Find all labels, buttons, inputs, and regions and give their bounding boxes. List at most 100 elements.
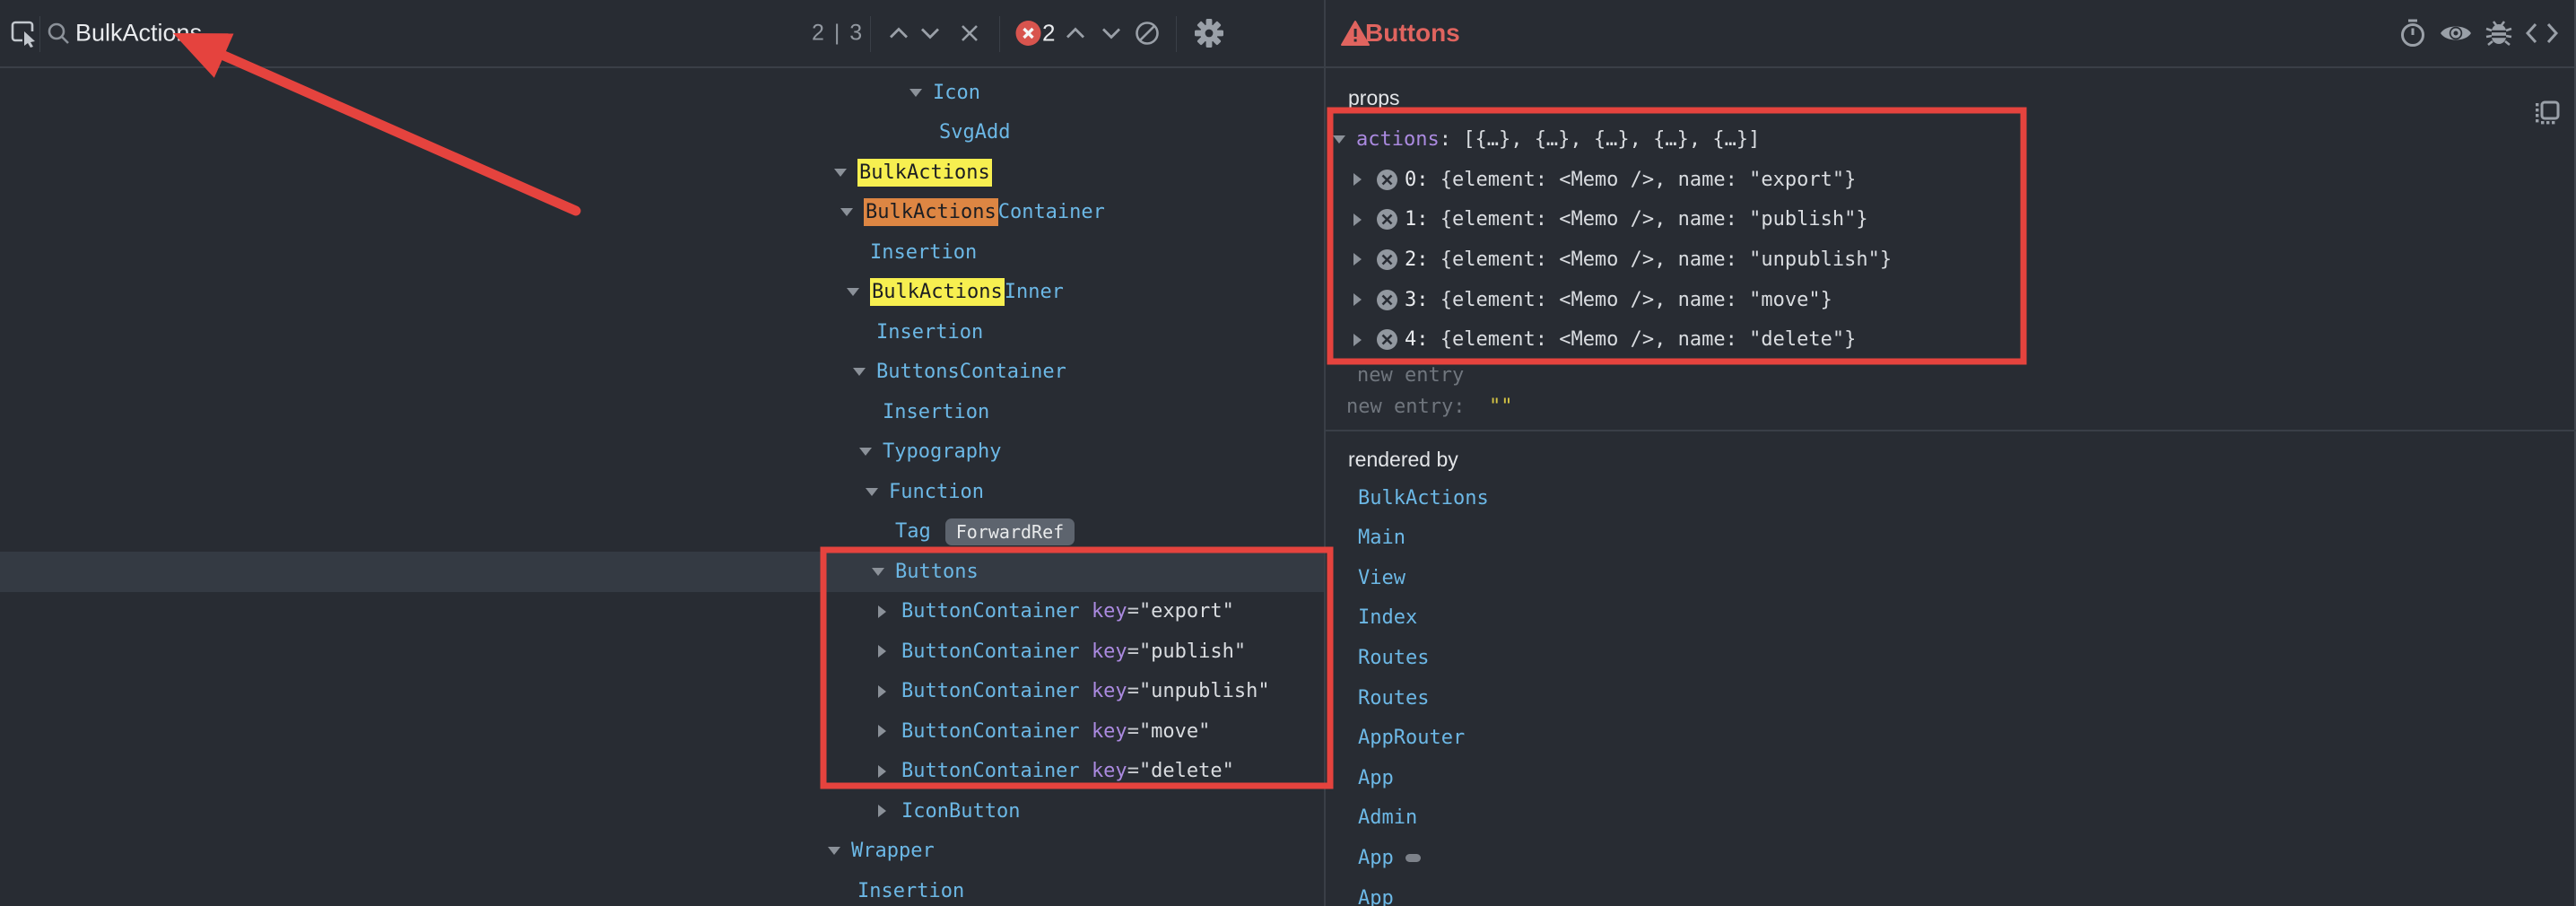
collapse-caret-icon[interactable]: [834, 169, 857, 177]
expand-caret-icon[interactable]: [1353, 253, 1371, 266]
tree-row-buttoncontainer-unpublish[interactable]: ButtonContainer key="unpublish": [0, 672, 1324, 712]
owner-badge: [1405, 854, 1421, 862]
expand-caret-icon[interactable]: [1353, 334, 1371, 346]
tree-row-insertion[interactable]: Insertion: [0, 871, 1324, 906]
tree-row-bulkactions[interactable]: BulkActionsContainer: [0, 193, 1324, 233]
inspect-dom-button[interactable]: [2438, 22, 2474, 45]
rendered-by-item-main[interactable]: Main: [1358, 525, 1405, 552]
tree-row-tag[interactable]: TagForwardRef: [0, 512, 1324, 553]
rendered-by-item-index[interactable]: Index: [1358, 605, 1417, 632]
tree-row-buttoncontainer-move[interactable]: ButtonContainer key="move": [0, 711, 1324, 752]
slash-circle-icon: [1135, 21, 1160, 46]
rendered-by-item-app[interactable]: App: [1358, 884, 1394, 906]
collapse-caret-icon[interactable]: [859, 448, 883, 456]
rendered-by-item-admin[interactable]: Admin: [1358, 805, 1417, 832]
clear-search-button[interactable]: [958, 23, 981, 43]
expand-caret-icon[interactable]: [1353, 173, 1371, 186]
tree-row-wrapper[interactable]: Wrapper: [0, 832, 1324, 872]
tree-row-buttoncontainer-publish[interactable]: ButtonContainer key="publish": [0, 632, 1324, 672]
prop-entry-row-1[interactable]: 1 {element: <Memo />, name: "publish"}: [1353, 205, 1868, 234]
search-input[interactable]: BulkActions: [75, 20, 202, 48]
equals-sign: =: [1127, 720, 1139, 743]
prop-preview: [1451, 128, 1463, 151]
close-icon: [960, 23, 979, 43]
delete-entry-button[interactable]: [1377, 170, 1397, 190]
rendered-by-item-approuter[interactable]: AppRouter: [1358, 725, 1465, 752]
debug-button[interactable]: [2481, 18, 2517, 48]
prop-name: actions: [1356, 128, 1451, 151]
tree-row-buttons[interactable]: Buttons: [0, 552, 1324, 592]
tree-row-function[interactable]: Function: [0, 472, 1324, 512]
expand-caret-icon[interactable]: [1333, 135, 1356, 144]
tree-row-insertion[interactable]: Insertion: [0, 232, 1324, 273]
previous-result-button[interactable]: [887, 28, 910, 39]
entry-preview: {element: <Memo />, name: "export"}: [1440, 169, 1857, 191]
collapse-caret-icon[interactable]: [840, 208, 864, 216]
rendered-by-item-view[interactable]: View: [1358, 564, 1405, 591]
prop-row-actions[interactable]: actions [{…}, {…}, {…}, {…}, {…}]: [1333, 125, 1760, 153]
tree-row-bulkactions[interactable]: BulkActions: [0, 152, 1324, 193]
clear-errors-button[interactable]: [1134, 21, 1161, 46]
owner-component-name: Index: [1358, 606, 1417, 629]
delete-entry-button[interactable]: [1377, 329, 1397, 350]
suspend-timer-button[interactable]: [2396, 17, 2430, 49]
rendered-by-item-routes[interactable]: Routes: [1358, 644, 1429, 671]
prop-entry-row-0[interactable]: 0 {element: <Memo />, name: "export"}: [1353, 165, 1856, 194]
tree-row-buttoncontainer-delete[interactable]: ButtonContainer key="delete": [0, 752, 1324, 792]
prop-entry-row-3[interactable]: 3 {element: <Memo />, name: "move"}: [1353, 285, 1832, 314]
new-entry-row[interactable]: new entry: "": [1346, 392, 1512, 421]
tree-row-insertion[interactable]: Insertion: [0, 312, 1324, 353]
delete-entry-button[interactable]: [1377, 290, 1397, 310]
view-source-button[interactable]: [2524, 22, 2560, 44]
expand-caret-icon[interactable]: [1353, 293, 1371, 306]
panel-divider[interactable]: [1324, 0, 1326, 906]
expand-caret-icon[interactable]: [878, 685, 901, 698]
chevron-down-icon: [920, 28, 940, 39]
entry-index: 1: [1405, 208, 1429, 231]
tree-row-icon[interactable]: Icon: [0, 73, 1324, 113]
tree-row-typography[interactable]: Typography: [0, 432, 1324, 473]
expand-caret-icon[interactable]: [878, 765, 901, 778]
key-attribute-name: key: [1092, 600, 1127, 623]
new-entry-inner-row[interactable]: new entry: [1357, 361, 1464, 389]
rendered-by-item-app[interactable]: App: [1358, 764, 1394, 791]
settings-button[interactable]: [1193, 18, 1225, 48]
collapse-caret-icon[interactable]: [866, 488, 889, 496]
prop-entry-row-4[interactable]: 4 {element: <Memo />, name: "delete"}: [1353, 326, 1856, 354]
tree-row-buttoncontainer-export[interactable]: ButtonContainer key="export": [0, 592, 1324, 632]
rendered-by-item-bulkactions[interactable]: BulkActions: [1358, 484, 1489, 511]
new-entry-label: new entry: [1346, 396, 1453, 418]
next-error-button[interactable]: [1100, 28, 1123, 39]
tree-row-iconbutton[interactable]: IconButton: [0, 791, 1324, 832]
collapse-caret-icon[interactable]: [872, 568, 895, 576]
new-entry-value[interactable]: "": [1489, 396, 1513, 418]
component-name: ButtonContainer: [901, 680, 1080, 702]
collapse-caret-icon[interactable]: [847, 288, 870, 296]
expand-caret-icon[interactable]: [878, 805, 901, 817]
collapse-caret-icon[interactable]: [828, 847, 851, 855]
expand-caret-icon[interactable]: [878, 645, 901, 658]
delete-entry-button[interactable]: [1377, 249, 1397, 270]
tree-row-svgadd[interactable]: SvgAdd: [0, 113, 1324, 153]
next-result-button[interactable]: [918, 28, 942, 39]
tree-row-insertion[interactable]: Insertion: [0, 392, 1324, 432]
expand-caret-icon[interactable]: [878, 725, 901, 737]
delete-entry-button[interactable]: [1377, 209, 1397, 230]
chevron-up-icon: [889, 28, 909, 39]
collapse-caret-icon[interactable]: [853, 368, 876, 376]
rendered-by-item-app[interactable]: App: [1358, 844, 1421, 871]
inspect-element-button[interactable]: [9, 18, 39, 48]
expand-caret-icon[interactable]: [1353, 213, 1371, 226]
collapse-caret-icon[interactable]: [909, 89, 933, 97]
chevron-up-icon: [1066, 28, 1085, 39]
tree-row-buttonscontainer[interactable]: ButtonsContainer: [0, 353, 1324, 393]
entry-index: 4: [1405, 328, 1429, 351]
key-attribute-value: "export": [1139, 600, 1234, 623]
copy-props-button[interactable]: [2533, 99, 2562, 127]
expand-caret-icon[interactable]: [878, 605, 901, 618]
tree-row-bulkactions[interactable]: BulkActionsInner: [0, 273, 1324, 313]
component-name: Function: [889, 481, 984, 503]
prop-entry-row-2[interactable]: 2 {element: <Memo />, name: "unpublish"}: [1353, 245, 1892, 274]
previous-error-button[interactable]: [1064, 28, 1087, 39]
rendered-by-item-routes[interactable]: Routes: [1358, 684, 1429, 711]
